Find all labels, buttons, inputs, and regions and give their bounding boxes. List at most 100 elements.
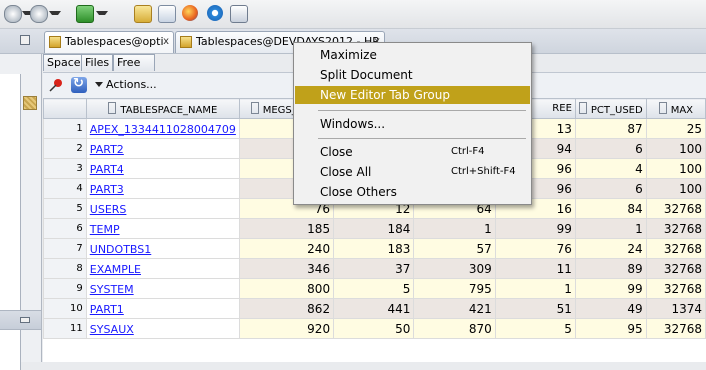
menu-item-close-all[interactable]: Close All Ctrl+Shift-F4 [295,163,530,181]
pct-used-cell[interactable]: 1 [574,218,647,239]
panel-minimize-icon[interactable] [20,35,30,45]
tablespace-link[interactable]: UNDOTBS1 [90,243,151,256]
sql-icon[interactable] [76,5,94,23]
tablespace-link[interactable]: PART2 [90,143,124,156]
max-cell[interactable]: 32768 [645,218,706,239]
menu-item-new-editor-tab-group[interactable]: New Editor Tab Group [295,86,530,104]
row-number-cell[interactable]: 3 [43,158,87,179]
menu-item-split-document[interactable]: Split Document [295,66,530,84]
dropdown-icon[interactable] [49,11,61,21]
pct-used-cell[interactable]: 89 [574,258,647,279]
tab-free-space[interactable]: Free Space [113,54,155,84]
tablespace-name-cell[interactable]: PART2 [85,138,240,159]
max-cell[interactable]: 32768 [645,278,706,299]
megs-free-cell[interactable]: 57 [413,238,496,259]
max-cell[interactable]: 100 [645,158,706,179]
table-row[interactable]: 9 SYSTEM 800 5 795 1 99 32768 [43,278,706,299]
tablespace-name-cell[interactable]: PART3 [85,178,240,199]
pct-used-cell[interactable]: 4 [574,158,647,179]
ie-icon[interactable] [207,5,223,21]
tablespace-name-cell[interactable]: UNDOTBS1 [85,238,240,259]
back-icon[interactable] [4,5,22,23]
actions-button[interactable]: Actions... [95,78,157,91]
megs-free-cell[interactable]: 421 [413,298,496,319]
free-cell[interactable]: 76 [494,238,576,259]
megs-used-cell[interactable]: 183 [333,238,415,259]
max-cell[interactable]: 32768 [645,318,706,339]
megs-used-cell[interactable]: 37 [333,258,415,279]
megs-used-cell[interactable]: 50 [333,318,415,339]
max-cell[interactable]: 32768 [645,198,706,219]
table-row[interactable]: 6 TEMP 185 184 1 99 1 32768 [43,218,706,239]
megs-alloc-cell[interactable]: 800 [238,278,335,299]
tablespace-name-cell[interactable]: PART4 [85,158,240,179]
tablespace-link[interactable]: SYSAUX [90,323,134,336]
pct-used-cell[interactable]: 95 [574,318,647,339]
row-number-cell[interactable]: 2 [43,138,87,159]
max-cell[interactable]: 1374 [645,298,706,319]
megs-free-cell[interactable]: 309 [413,258,496,279]
free-cell[interactable]: 11 [494,258,576,279]
megs-used-cell[interactable]: 184 [333,218,415,239]
megs-free-cell[interactable]: 1 [413,218,496,239]
tablespace-name-cell[interactable]: TEMP [85,218,240,239]
max-cell[interactable]: 100 [645,138,706,159]
tablespace-name-cell[interactable]: SYSTEM [85,278,240,299]
pct-used-cell[interactable]: 49 [574,298,647,319]
refresh-icon[interactable] [71,76,87,93]
max-cell[interactable]: 25 [645,118,706,139]
tablespace-link[interactable]: TEMP [90,223,120,236]
tablespace-name-cell[interactable]: PART1 [85,298,240,319]
folder-icon[interactable] [134,5,152,23]
dropdown-icon[interactable] [96,11,108,21]
table-row[interactable]: 8 EXAMPLE 346 37 309 11 89 32768 [43,258,706,279]
tablespace-link[interactable]: PART3 [90,183,124,196]
tablespace-name-cell[interactable]: USERS [85,198,240,219]
row-number-cell[interactable]: 1 [43,118,87,139]
megs-free-cell[interactable]: 870 [413,318,496,339]
tablespace-name-cell[interactable]: EXAMPLE [85,258,240,279]
megs-used-cell[interactable]: 441 [333,298,415,319]
max-cell[interactable]: 32768 [645,258,706,279]
free-cell[interactable]: 5 [494,318,576,339]
max-cell[interactable]: 100 [645,178,706,199]
row-number-cell[interactable]: 8 [43,258,87,279]
free-cell[interactable]: 1 [494,278,576,299]
megs-alloc-cell[interactable]: 920 [238,318,335,339]
firefox-icon[interactable] [182,5,198,21]
tablespace-link[interactable]: USERS [90,203,127,216]
menu-item-windows[interactable]: Windows... [295,115,530,133]
pct-used-cell[interactable]: 6 [574,138,647,159]
tablespace-link[interactable]: PART1 [90,303,124,316]
megs-alloc-cell[interactable]: 862 [238,298,335,319]
row-number-cell[interactable]: 7 [43,238,87,259]
scroll-thumb[interactable] [23,96,37,110]
document-icon[interactable] [158,5,176,23]
tablespace-link[interactable]: SYSTEM [90,283,134,296]
megs-alloc-cell[interactable]: 346 [238,258,335,279]
tab-tablespaces-opti[interactable]: Tablespaces@opti x [44,31,174,53]
max-cell[interactable]: 32768 [645,238,706,259]
column-header-tablespace-name[interactable]: TABLESPACE_NAME [85,98,240,119]
free-cell[interactable]: 99 [494,218,576,239]
row-number-cell[interactable]: 5 [43,198,87,219]
pct-used-cell[interactable]: 99 [574,278,647,299]
row-number-cell[interactable]: 10 [43,298,87,319]
megs-used-cell[interactable]: 5 [333,278,415,299]
tablespace-name-cell[interactable]: SYSAUX [85,318,240,339]
panel-header[interactable] [0,310,41,330]
pin-icon[interactable] [49,78,63,92]
tab-files[interactable]: Files [81,54,114,71]
row-number-header[interactable] [43,98,87,119]
panel-minimize-icon[interactable] [20,317,30,323]
free-cell[interactable]: 51 [494,298,576,319]
megs-alloc-cell[interactable]: 240 [238,238,335,259]
tablespace-link[interactable]: PART4 [90,163,124,176]
tab-space[interactable]: Space [43,54,85,71]
window-icon[interactable] [230,5,248,23]
pct-used-cell[interactable]: 6 [574,178,647,199]
table-row[interactable]: 7 UNDOTBS1 240 183 57 76 24 32768 [43,238,706,259]
close-icon[interactable]: x [163,32,169,52]
row-number-cell[interactable]: 9 [43,278,87,299]
pct-used-cell[interactable]: 84 [574,198,647,219]
